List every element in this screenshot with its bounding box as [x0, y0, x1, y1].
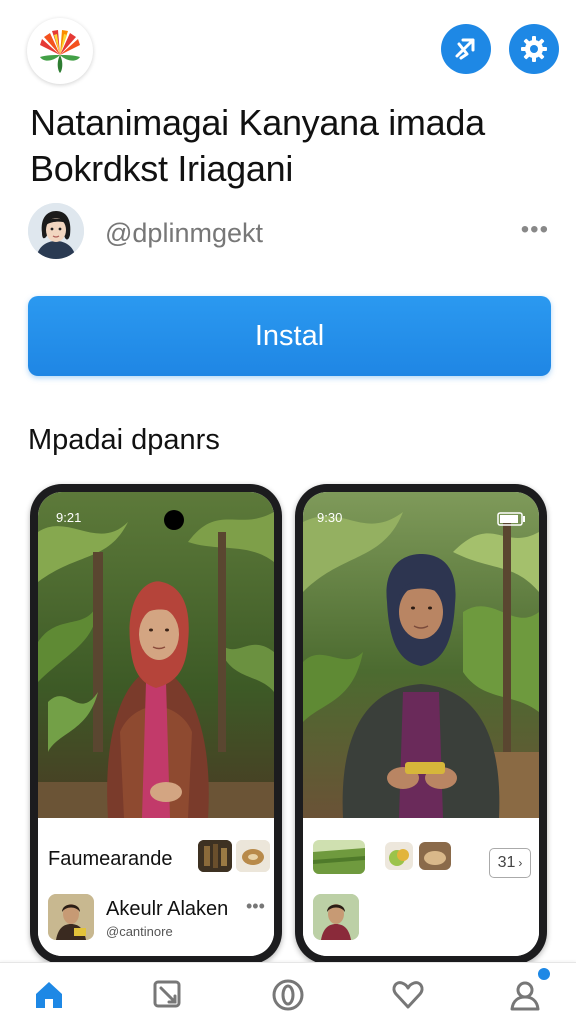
user-thumbnail[interactable]	[48, 894, 94, 940]
profile-notification-badge	[536, 966, 552, 982]
app-title: Natanimagai Kanyana imada Bokrdkst Iriag…	[30, 100, 550, 192]
author-handle[interactable]: @dplinmgekt	[105, 218, 263, 249]
tag-icon	[153, 980, 181, 1008]
nav-favorites[interactable]	[390, 977, 426, 1013]
thumb-food[interactable]	[419, 842, 451, 870]
phone-1-photo: 9:21	[38, 492, 274, 818]
author-row: @dplinmgekt •••	[28, 203, 548, 261]
artifact-thumbnail-icon	[198, 840, 232, 872]
home-icon	[36, 982, 62, 1008]
user-name: Akeulr Alaken	[106, 898, 229, 920]
counter-chevron-icon: ›	[518, 856, 523, 870]
nav-profile[interactable]	[507, 977, 543, 1013]
image-counter-value: 31	[497, 854, 516, 871]
bottom-navigation	[0, 962, 576, 1024]
screenshot-phone-1[interactable]: 9:21 Faumearande Akeulr Alaken @cantinor…	[30, 484, 282, 964]
thumb-image-2[interactable]	[236, 840, 270, 872]
phone-2-status-time: 9:30	[317, 510, 343, 525]
user-thumbnail-2[interactable]	[313, 894, 359, 940]
woman-in-garden-image	[38, 492, 274, 818]
user-photo-icon	[48, 894, 94, 940]
top-bar	[0, 0, 576, 95]
nut-thumbnail-icon	[236, 840, 270, 872]
settings-button[interactable]	[509, 24, 559, 74]
phone-1-screen: 9:21 Faumearande Akeulr Alaken @cantinor…	[38, 492, 274, 956]
leaf-fan-logo-icon	[40, 30, 80, 73]
phone-1-user-row: Akeulr Alaken @cantinore •••	[48, 894, 274, 944]
user-subtitle: @cantinore	[106, 924, 173, 939]
phone-1-card-title: Faumearande	[48, 848, 173, 870]
heart-icon	[392, 981, 424, 1009]
nav-tag[interactable]	[150, 977, 186, 1013]
screenshots-section-title: Mpadai dpanrs	[28, 424, 220, 456]
fruit-thumbnail-icon	[385, 842, 413, 870]
share-button[interactable]	[441, 24, 491, 74]
avatar[interactable]	[28, 203, 84, 259]
profile-icon	[510, 981, 540, 1011]
phone-2-screen: 9:30 31 ›	[303, 492, 539, 956]
phone-1-camera	[164, 510, 184, 530]
nav-discover[interactable]	[270, 977, 306, 1013]
food-thumbnail-icon	[419, 842, 451, 870]
battery-icon	[497, 512, 525, 526]
nav-home[interactable]	[31, 977, 67, 1013]
thumb-fruit[interactable]	[385, 842, 413, 870]
image-counter-badge: 31 ›	[489, 848, 531, 878]
share-icon	[455, 38, 475, 60]
app-title-line2: Bokrdkst Iriagani	[30, 148, 294, 189]
farm-thumbnail-icon	[313, 840, 365, 874]
avatar-portrait-icon	[28, 203, 84, 259]
user-more-icon[interactable]: •••	[246, 896, 265, 917]
phone-2-card: 31 ›	[303, 818, 539, 956]
gear-icon	[521, 36, 547, 62]
phone-2-photo: 9:30	[303, 492, 539, 818]
more-options-icon[interactable]: •••	[521, 216, 549, 244]
phone-1-card: Faumearande Akeulr Alaken @cantinore •••	[38, 818, 274, 956]
phone-1-status-time: 9:21	[56, 510, 82, 525]
install-button[interactable]: Instal	[28, 296, 551, 376]
user-photo-2-icon	[313, 894, 359, 940]
phone-2-user-row	[313, 894, 539, 944]
app-logo	[27, 18, 93, 84]
thumb-image-1[interactable]	[198, 840, 232, 872]
app-title-line1: Natanimagai Kanyana imada	[30, 102, 485, 143]
thumb-landscape[interactable]	[313, 840, 365, 874]
man-in-forest-image	[303, 492, 539, 818]
discover-icon	[272, 979, 304, 1011]
screenshot-phone-2[interactable]: 9:30 31 ›	[295, 484, 547, 964]
